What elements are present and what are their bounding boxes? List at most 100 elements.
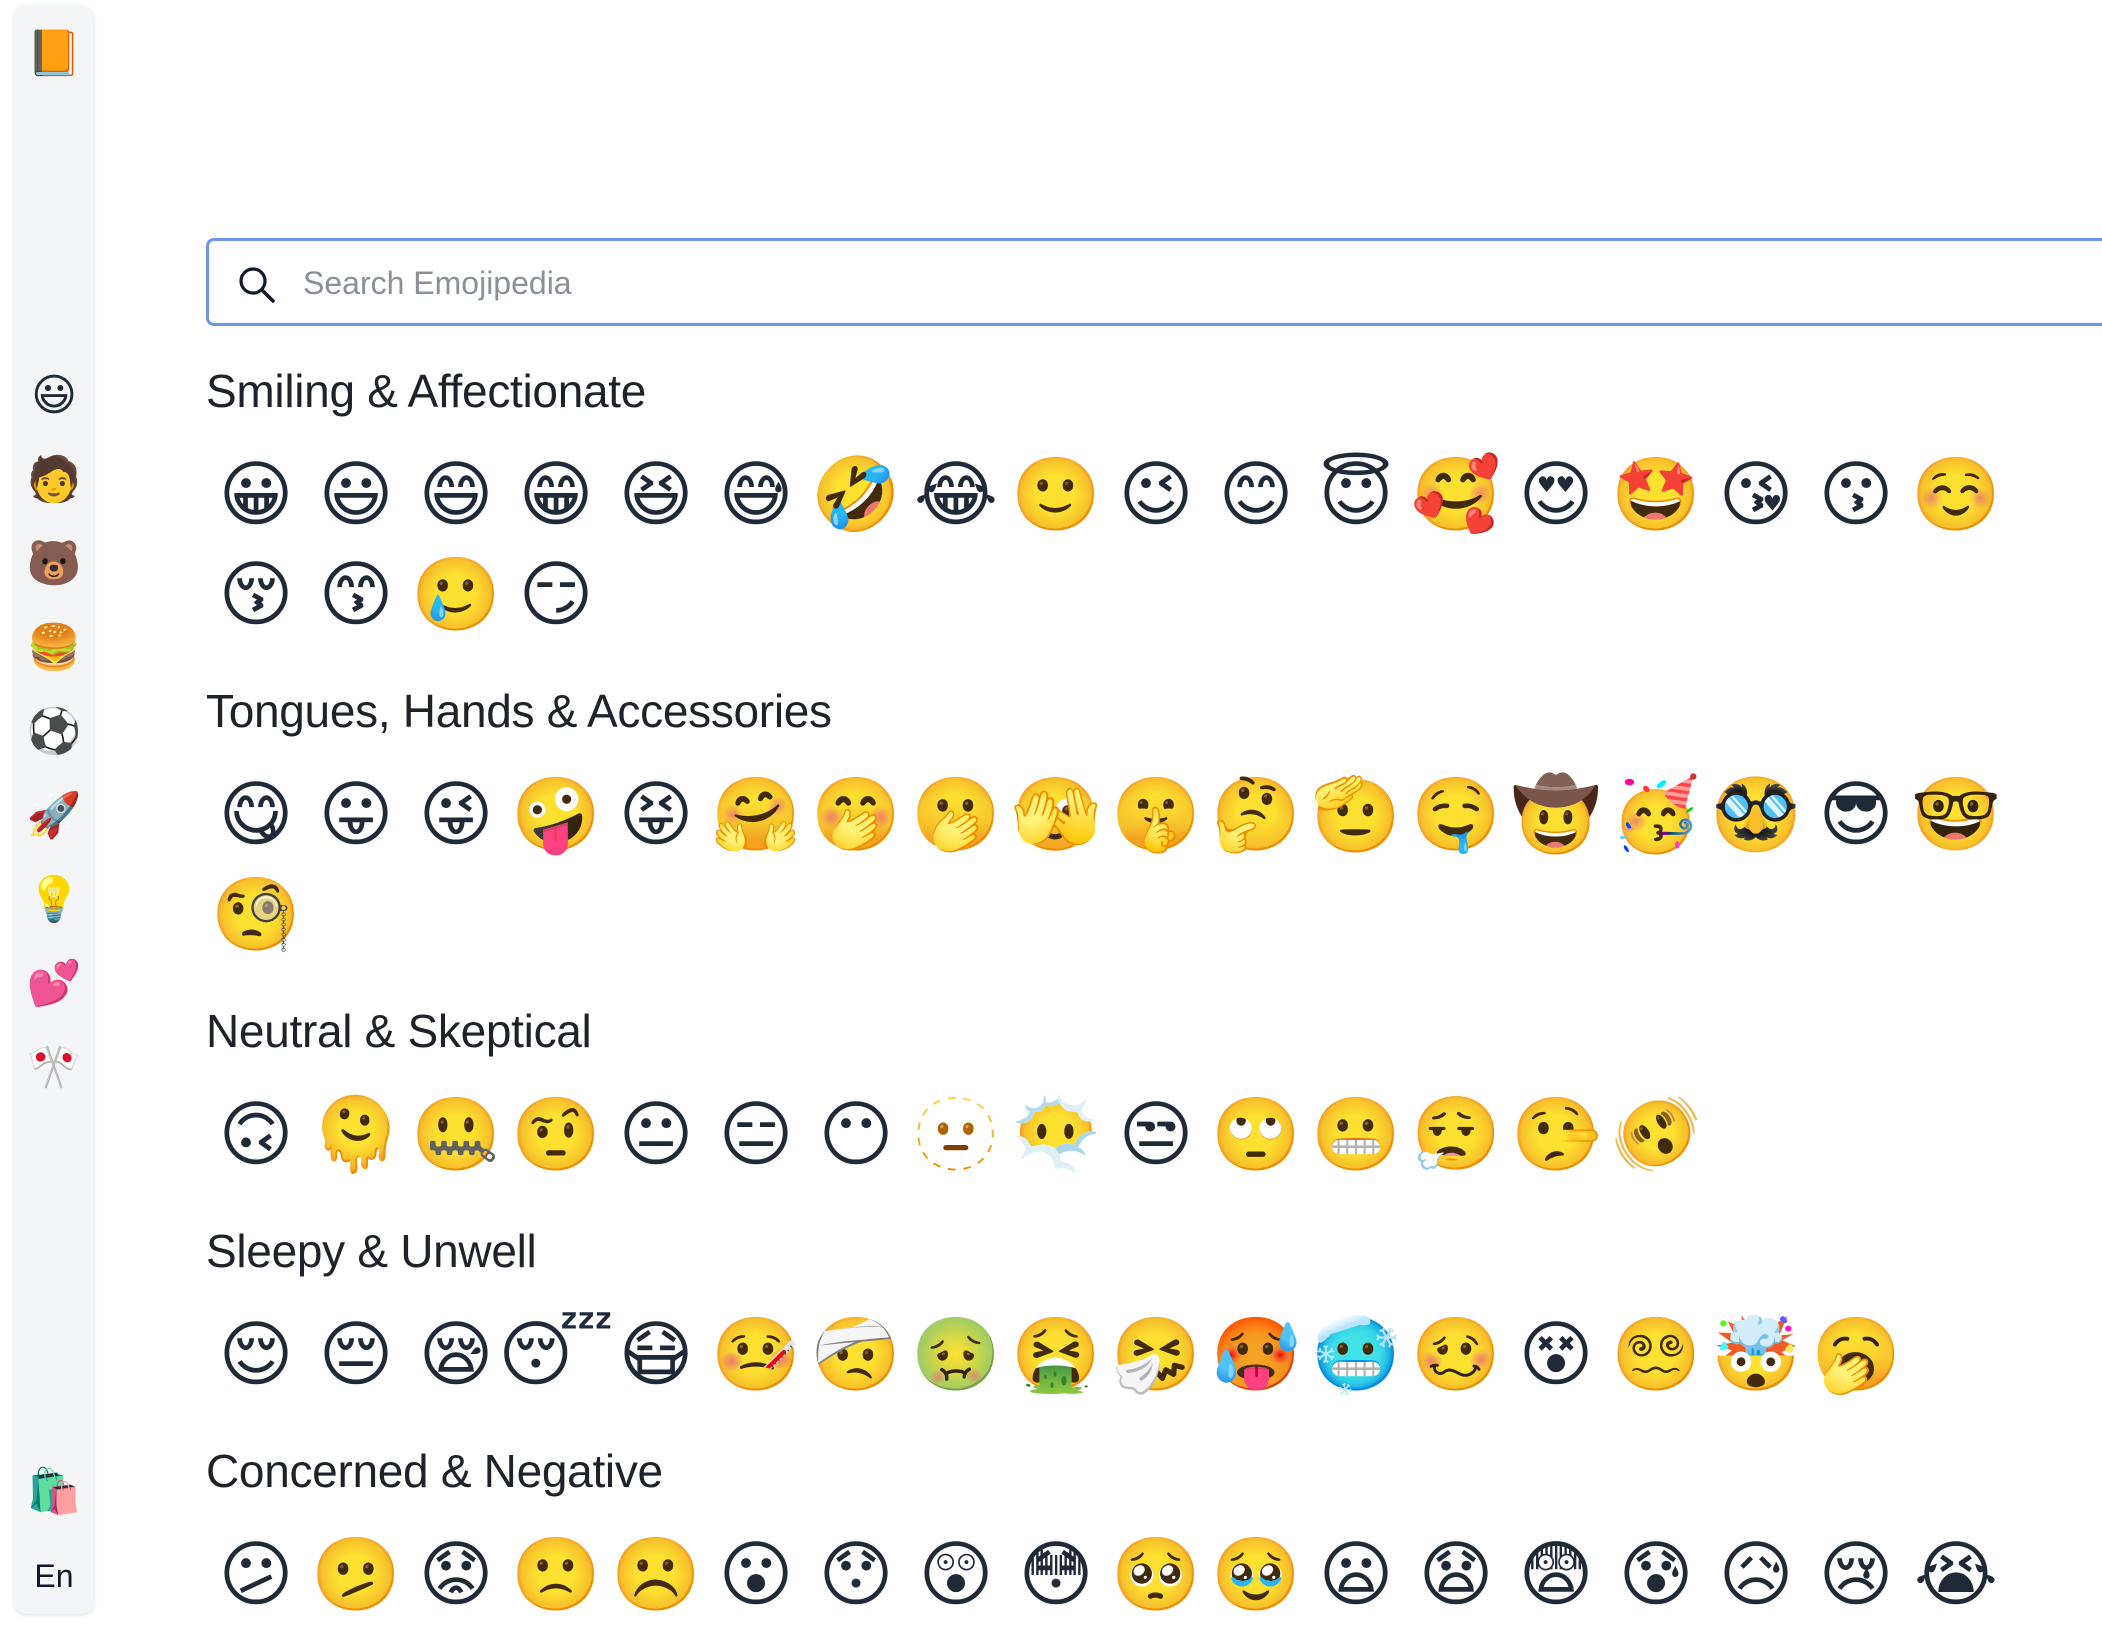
- emoji-button[interactable]: 🤨: [506, 1084, 606, 1184]
- emoji-button[interactable]: 🤠: [1506, 764, 1606, 864]
- sidebar-item-shop[interactable]: 🛍️: [14, 1462, 94, 1522]
- emoji-button[interactable]: 🤒: [706, 1304, 806, 1404]
- emoji-button[interactable]: 😵‍💫: [1606, 1304, 1706, 1404]
- emoji-button[interactable]: 😇: [1306, 444, 1406, 544]
- emoji-button[interactable]: 🥸: [1706, 764, 1806, 864]
- emoji-button[interactable]: 🤤: [1406, 764, 1506, 864]
- emoji-button[interactable]: 🫥: [906, 1084, 1006, 1184]
- emoji-button[interactable]: 😒: [1106, 1084, 1206, 1184]
- emoji-button[interactable]: 😔: [306, 1304, 406, 1404]
- emoji-button[interactable]: 😃: [306, 444, 406, 544]
- sidebar-item-smileys[interactable]: 😃: [14, 366, 94, 426]
- emoji-button[interactable]: 😶: [806, 1084, 906, 1184]
- emoji-button[interactable]: 😳: [1006, 1524, 1106, 1624]
- emoji-button[interactable]: 😁: [506, 444, 606, 544]
- sidebar-item-food[interactable]: 🍔: [14, 618, 94, 678]
- emoji-button[interactable]: 🙁: [506, 1524, 606, 1624]
- emoji-button[interactable]: 😪: [406, 1304, 506, 1404]
- emoji-button[interactable]: 🤗: [706, 764, 806, 864]
- emoji-button[interactable]: 😯: [806, 1524, 906, 1624]
- emoji-button[interactable]: 😗: [1806, 444, 1906, 544]
- emoji-button[interactable]: 🫨: [1606, 1084, 1706, 1184]
- emoji-button[interactable]: 😀: [206, 444, 306, 544]
- emoji-button[interactable]: 🥳: [1606, 764, 1706, 864]
- emoji-button[interactable]: 🥶: [1306, 1304, 1406, 1404]
- emoji-button[interactable]: 😆: [606, 444, 706, 544]
- emoji-button[interactable]: 😏: [506, 544, 606, 644]
- search-input[interactable]: [301, 241, 2005, 325]
- emoji-button[interactable]: 😎: [1806, 764, 1906, 864]
- emoji-button[interactable]: 🤫: [1106, 764, 1206, 864]
- sidebar-item-flags[interactable]: 🎌: [14, 1038, 94, 1098]
- emoji-button[interactable]: 🤧: [1106, 1304, 1206, 1404]
- emoji-button[interactable]: 🥹: [1206, 1524, 1306, 1624]
- emoji-button[interactable]: 😊: [1206, 444, 1306, 544]
- emoji-button[interactable]: 🤪: [506, 764, 606, 864]
- emoji-button[interactable]: 🤥: [1506, 1084, 1606, 1184]
- emoji-button[interactable]: 😵: [1506, 1304, 1606, 1404]
- emoji-button[interactable]: 🥰: [1406, 444, 1506, 544]
- emoji-button[interactable]: 🤢: [906, 1304, 1006, 1404]
- emoji-button[interactable]: 🥵: [1206, 1304, 1306, 1404]
- emoji-button[interactable]: 😥: [1706, 1524, 1806, 1624]
- sidebar-item-animals[interactable]: 🐻: [14, 534, 94, 594]
- emoji-button[interactable]: 😛: [306, 764, 406, 864]
- emoji-button[interactable]: 😂: [906, 444, 1006, 544]
- emoji-button[interactable]: 😷: [606, 1304, 706, 1404]
- emoji-button[interactable]: 🙂: [1006, 444, 1106, 544]
- emoji-button[interactable]: 😮‍💨: [1406, 1084, 1506, 1184]
- emoji-button[interactable]: 😧: [1406, 1524, 1506, 1624]
- sidebar-item-symbols[interactable]: 💕: [14, 954, 94, 1014]
- emoji-button[interactable]: 🥺: [1106, 1524, 1206, 1624]
- emoji-button[interactable]: 🤭: [806, 764, 906, 864]
- emoji-button[interactable]: 😙: [306, 544, 406, 644]
- emoji-button[interactable]: 😐: [606, 1084, 706, 1184]
- emoji-button[interactable]: 🤕: [806, 1304, 906, 1404]
- emoji-button[interactable]: 🥴: [1406, 1304, 1506, 1404]
- emoji-button[interactable]: 😅: [706, 444, 806, 544]
- emoji-button[interactable]: 😮: [706, 1524, 806, 1624]
- emoji-button[interactable]: 😭: [1906, 1524, 2006, 1624]
- emoji-button[interactable]: 🫢: [906, 764, 1006, 864]
- emoji-button[interactable]: 😶‍🌫️: [1006, 1084, 1106, 1184]
- emoji-button[interactable]: 🫡: [1306, 764, 1406, 864]
- emoji-button[interactable]: 🤯: [1706, 1304, 1806, 1404]
- emoji-button[interactable]: 😰: [1606, 1524, 1706, 1624]
- emojipedia-logo[interactable]: 📙: [14, 24, 94, 84]
- sidebar-item-people[interactable]: 🧑: [14, 450, 94, 510]
- emoji-button[interactable]: 🥱: [1806, 1304, 1906, 1404]
- language-selector[interactable]: En: [14, 1546, 94, 1606]
- emoji-button[interactable]: 😑: [706, 1084, 806, 1184]
- emoji-button[interactable]: 🫠: [306, 1084, 406, 1184]
- emoji-button[interactable]: 😢: [1806, 1524, 1906, 1624]
- emoji-button[interactable]: 😘: [1706, 444, 1806, 544]
- emoji-button[interactable]: 😚: [206, 544, 306, 644]
- emoji-button[interactable]: 😝: [606, 764, 706, 864]
- emoji-button[interactable]: 🤣: [806, 444, 906, 544]
- emoji-button[interactable]: 😍: [1506, 444, 1606, 544]
- emoji-button[interactable]: 🤮: [1006, 1304, 1106, 1404]
- emoji-button[interactable]: 🫤: [306, 1524, 406, 1624]
- emoji-button[interactable]: 🙄: [1206, 1084, 1306, 1184]
- emoji-button[interactable]: 😲: [906, 1524, 1006, 1624]
- emoji-button[interactable]: 😬: [1306, 1084, 1406, 1184]
- emoji-button[interactable]: ☹️: [606, 1524, 706, 1624]
- emoji-button[interactable]: 😕: [206, 1524, 306, 1624]
- sidebar-item-activities[interactable]: ⚽: [14, 702, 94, 762]
- emoji-button[interactable]: 🧐: [206, 864, 306, 964]
- emoji-button[interactable]: 😴: [498, 1304, 614, 1404]
- emoji-button[interactable]: ☺️: [1906, 444, 2006, 544]
- emoji-button[interactable]: 🤓: [1906, 764, 2006, 864]
- emoji-button[interactable]: 😟: [406, 1524, 506, 1624]
- emoji-button[interactable]: 😦: [1306, 1524, 1406, 1624]
- emoji-button[interactable]: 😨: [1506, 1524, 1606, 1624]
- emoji-button[interactable]: 🤐: [406, 1084, 506, 1184]
- emoji-button[interactable]: 😋: [206, 764, 306, 864]
- emoji-button[interactable]: 🤩: [1606, 444, 1706, 544]
- emoji-button[interactable]: 🫣: [1006, 764, 1106, 864]
- emoji-button[interactable]: 😄: [406, 444, 506, 544]
- emoji-button[interactable]: 🥲: [406, 544, 506, 644]
- emoji-button[interactable]: 😉: [1106, 444, 1206, 544]
- emoji-button[interactable]: 😌: [206, 1304, 306, 1404]
- sidebar-item-objects[interactable]: 💡: [14, 870, 94, 930]
